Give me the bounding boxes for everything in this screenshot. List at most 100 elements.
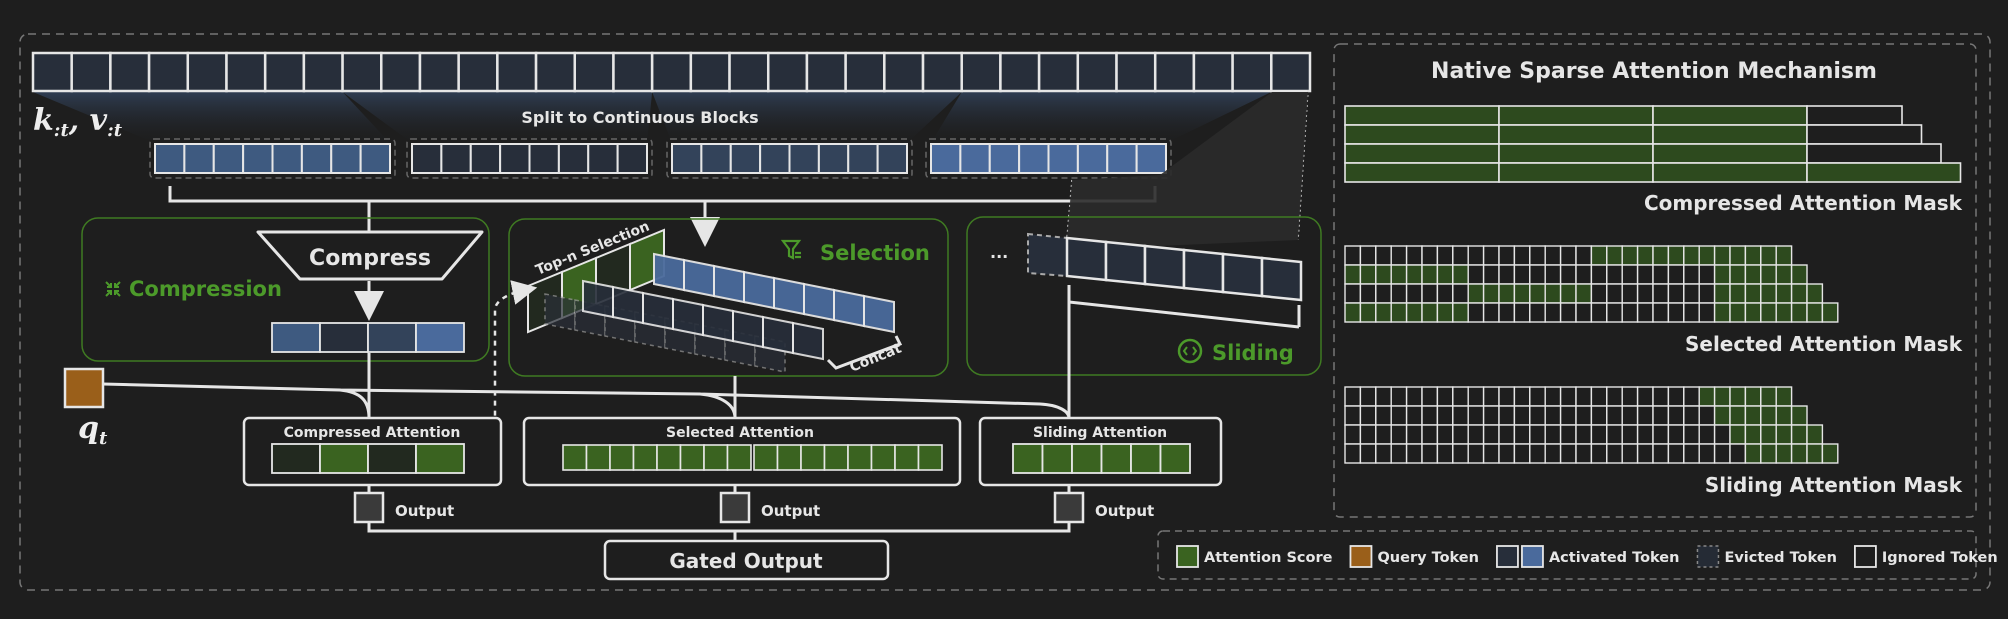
attention-score-cell [609,444,635,471]
mask-cell [1790,264,1808,285]
mask-cell [1405,245,1423,266]
block-token [1135,143,1167,174]
mask-cell [1775,264,1793,285]
legend-swatch-activated-dark [1496,545,1519,568]
kv-token [1231,51,1273,93]
mask-cell [1498,143,1654,164]
kv-token [650,51,693,93]
mask-cell [1790,283,1808,304]
mask-cell [1790,424,1808,445]
mask-cell [1790,443,1808,464]
sliding-label: Sliding [1212,341,1294,365]
mask-cell [1698,424,1716,445]
compressed-tokens [271,322,465,353]
mask-cell [1821,302,1839,323]
mask-cell [1498,405,1516,426]
mask-cell [1390,386,1408,407]
mask-cell [1375,424,1392,445]
mask-cell [1344,443,1362,464]
mask-cell [1575,283,1593,304]
mask-cell [1513,424,1531,445]
mask-cell [1452,302,1469,323]
mask-cell [1390,424,1408,445]
mask-cell [1513,283,1531,304]
mask-cell [1806,143,1942,164]
legend-label: Evicted Token [1724,550,1836,566]
mask-cell [1713,283,1731,304]
mask-cell [1405,283,1423,304]
mask-cell [1421,424,1439,445]
mask-cell [1729,302,1747,323]
attention-score-cell [823,444,849,471]
attention-score-cell [800,444,826,471]
legend-item-activated: Activated Token [1496,545,1679,568]
output-token [353,491,385,524]
mask-cell [1744,424,1762,445]
mask-cell [1760,443,1777,464]
mask-cell [1452,424,1469,445]
mask-cell [1436,245,1454,266]
mask-cell [1467,245,1485,266]
evicted-token [1027,232,1068,278]
mask-cell [1559,386,1577,407]
mask-cell [1575,245,1593,266]
mask-cell [1698,302,1716,323]
legend-swatch-activated-blue [1521,545,1544,568]
gated-output-label: Gated Output [669,549,823,573]
block-token [411,143,443,174]
mask-cell [1559,302,1577,323]
mask-cell [1498,245,1516,266]
block-token [330,143,362,174]
mask-cell [1652,424,1670,445]
mask-cell [1667,264,1685,285]
mask-cell [1790,405,1808,426]
mask-cell [1544,405,1562,426]
mask-cell [1729,443,1747,464]
mask-cell [1806,302,1824,323]
mask-cell [1421,264,1439,285]
mask-cell [1390,264,1408,285]
mask-cell [1575,264,1593,285]
sliding-circle-icon [1177,338,1203,364]
mask-cell [1775,405,1793,426]
mask-cell [1652,386,1670,407]
kv-token [883,51,925,93]
block-token [242,143,274,174]
output-token [719,491,751,524]
mask-cell [1436,386,1454,407]
mask-cell [1559,245,1577,266]
mask-cell [1590,283,1608,304]
mask-cell [1575,386,1593,407]
mask-cell [1375,302,1392,323]
mask-cell [1806,105,1903,126]
mask-cell [1806,162,1962,183]
mask-cell [1667,386,1685,407]
mask-cell [1436,405,1454,426]
mask-cell [1344,283,1362,304]
kv-token [457,51,499,93]
block-token [557,143,590,174]
mask-cell [1436,283,1454,304]
mask-cell [1575,424,1593,445]
kv-token [960,51,1002,93]
mask-cell [1744,245,1762,266]
evicted-token [544,293,576,331]
mask-cell [1606,386,1623,407]
block-token [499,143,531,174]
mask-cell [1621,245,1639,266]
compress-op-label: Compress [309,246,431,271]
mask-cell [1529,424,1546,445]
mask-cell [1590,386,1608,407]
attention-score-cell [1130,443,1162,474]
kv-token [1270,51,1312,93]
mask-cell [1467,424,1485,445]
mask-cell [1636,283,1654,304]
legend-label: Attention Score [1204,550,1333,566]
selection-label: Selection [820,241,930,265]
mask-cell [1344,386,1362,407]
mask-cell [1744,405,1762,426]
mask-cell [1775,386,1793,407]
sliding-attention-label: Sliding Attention [1033,425,1167,441]
mask-cell [1498,162,1654,183]
mask-cell [1452,283,1469,304]
